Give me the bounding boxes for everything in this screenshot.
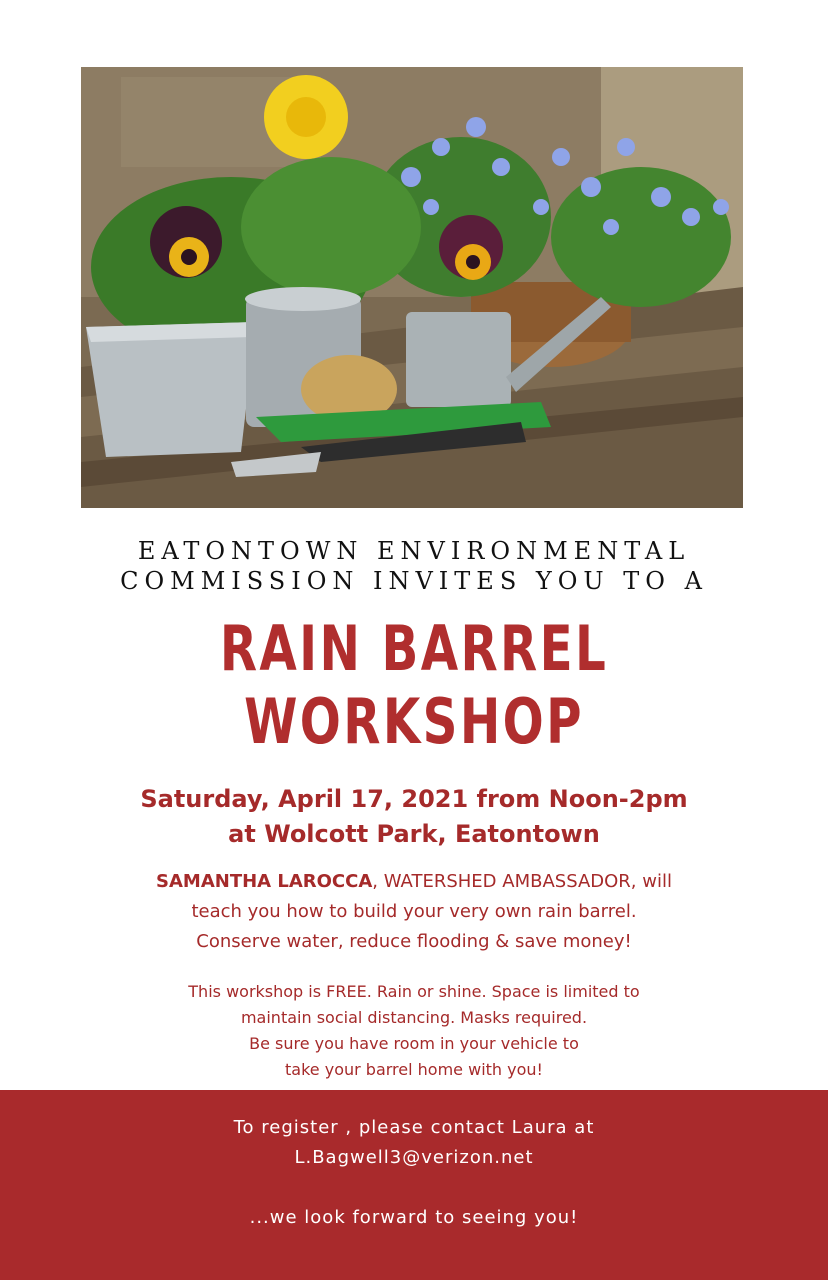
details-line-4: take your barrel home with you! [285,1060,543,1079]
details-paragraph: This workshop is FREE. Rain or shine. Sp… [0,979,828,1083]
details-line-1: This workshop is FREE. Rain or shine. Sp… [188,982,640,1001]
host-line-1: SAMANTHA LAROCCA, WATERSHED AMBASSADOR, … [0,867,828,897]
workshop-title-line-1: RAIN BARREL [219,612,609,685]
event-date: Saturday, April 17, 2021 from Noon-2pm [140,785,688,813]
workshop-title-line-2: WORKSHOP [244,685,584,758]
host-title: , WATERSHED AMBASSADOR, will [372,871,672,892]
closing-text: ...we look forward to seeing you! [249,1207,579,1228]
registration-footer: To register , please contact Laura at L.… [0,1090,828,1280]
details-line-3: Be sure you have room in your vehicle to [249,1034,579,1053]
register-text: To register , please contact Laura at [233,1117,595,1138]
host-line-2: teach you how to build your very own rai… [191,901,637,922]
contact-email: L.Bagwell3@verizon.net [294,1147,534,1168]
garden-photo [81,67,743,508]
intro-line-2: COMMISSION INVITES YOU TO A [120,567,708,595]
host-line-3: Conserve water, reduce flooding & save m… [196,931,632,952]
host-paragraph: SAMANTHA LAROCCA, WATERSHED AMBASSADOR, … [0,867,828,957]
intro-line-1: EATONTOWN ENVIRONMENTAL [137,537,691,565]
event-location: at Wolcott Park, Eatontown [228,820,600,848]
details-line-2: maintain social distancing. Masks requir… [240,1008,588,1027]
host-name: SAMANTHA LAROCCA [156,871,373,892]
